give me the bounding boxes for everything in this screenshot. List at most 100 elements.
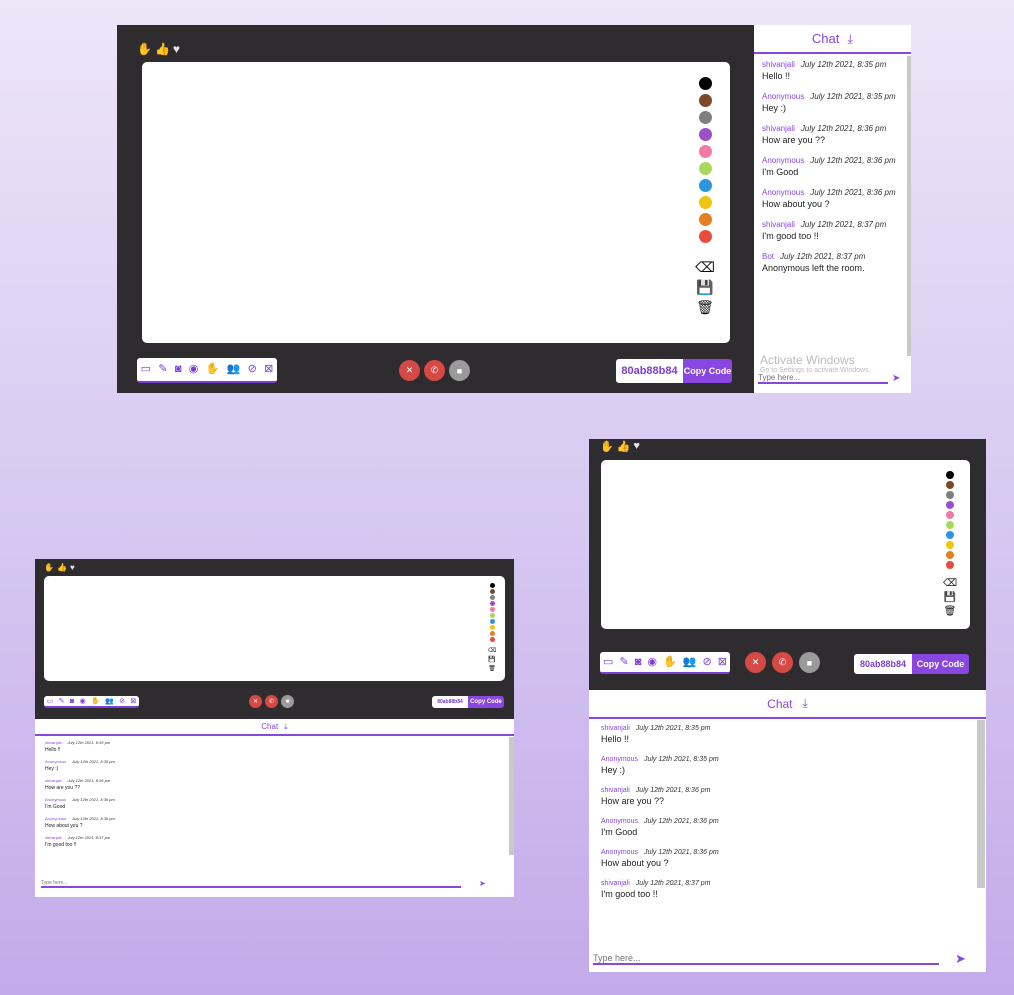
color-swatch[interactable] [946, 501, 954, 509]
color-swatch[interactable] [946, 531, 954, 539]
copy-code-button[interactable]: Copy Code [912, 654, 969, 674]
save-icon[interactable]: 💾 [944, 591, 956, 603]
color-swatch[interactable] [698, 196, 712, 209]
trash-icon[interactable]: 🗑 [944, 605, 957, 617]
chat-input[interactable] [758, 373, 888, 384]
chat-input[interactable] [41, 879, 461, 888]
chat-input[interactable] [593, 953, 939, 965]
color-swatch[interactable] [698, 94, 712, 107]
color-swatch[interactable] [946, 471, 954, 479]
eraser-icon[interactable]: ⌫ [695, 259, 715, 275]
color-swatch[interactable] [698, 145, 712, 158]
screen-share-icon[interactable]: ▭ [47, 698, 54, 705]
video-off-icon[interactable]: ⊠ [264, 364, 273, 375]
raise-hand-icon[interactable]: ✋ [44, 563, 54, 572]
color-swatch[interactable] [946, 521, 954, 529]
mic-muted-icon[interactable]: ✕ [249, 695, 262, 708]
video-icon[interactable]: ■ [799, 652, 820, 673]
record-icon[interactable]: ◉ [189, 364, 199, 375]
color-swatch[interactable] [489, 583, 495, 588]
screen-share-icon[interactable]: ▭ [603, 656, 613, 668]
color-swatch[interactable] [698, 77, 712, 90]
camera-icon[interactable]: ◙ [175, 364, 182, 375]
color-swatch[interactable] [489, 601, 495, 606]
thumbs-up-icon[interactable]: 👍 [155, 42, 170, 56]
hangup-icon[interactable]: ✆ [265, 695, 278, 708]
scrollbar[interactable] [907, 56, 911, 356]
camera-icon[interactable]: ◙ [635, 656, 642, 668]
send-icon[interactable]: ➤ [955, 951, 966, 967]
video-off-icon[interactable]: ⊠ [130, 698, 136, 705]
whiteboard[interactable] [601, 460, 970, 629]
hand-icon[interactable]: ✋ [206, 364, 220, 375]
heart-icon[interactable]: ♥ [173, 42, 180, 56]
color-swatch[interactable] [946, 481, 954, 489]
mic-off-icon[interactable]: ⊘ [703, 656, 712, 668]
color-swatch[interactable] [489, 625, 495, 630]
video-icon[interactable]: ■ [281, 695, 294, 708]
record-icon[interactable]: ◉ [79, 698, 85, 705]
screen-share-icon[interactable]: ▭ [141, 364, 151, 375]
color-swatch[interactable] [946, 511, 954, 519]
scrollbar[interactable] [509, 737, 514, 855]
send-icon[interactable]: ➤ [892, 373, 900, 384]
message-text: Hey :) [45, 766, 59, 772]
record-icon[interactable]: ◉ [647, 656, 657, 668]
mic-muted-icon[interactable]: ✕ [745, 652, 766, 673]
thumbs-up-icon[interactable]: 👍 [617, 440, 631, 453]
raise-hand-icon[interactable]: ✋ [137, 42, 152, 56]
mic-muted-icon[interactable]: ✕ [399, 360, 420, 381]
mic-off-icon[interactable]: ⊘ [248, 364, 257, 375]
heart-icon[interactable]: ♥ [70, 563, 75, 572]
color-swatch[interactable] [946, 551, 954, 559]
trash-icon[interactable]: 🗑 [696, 299, 714, 315]
color-swatch[interactable] [946, 541, 954, 549]
color-swatch[interactable] [698, 162, 712, 175]
whiteboard-icon[interactable]: ✎ [619, 656, 628, 668]
download-icon[interactable]: ⤓ [803, 696, 808, 711]
participants-icon[interactable]: 👥 [227, 364, 241, 375]
participants-icon[interactable]: 👥 [683, 656, 697, 668]
whiteboard-icon[interactable]: ✎ [158, 364, 167, 375]
video-off-icon[interactable]: ⊠ [718, 656, 727, 668]
copy-code-button[interactable]: Copy Code [468, 696, 504, 708]
hand-icon[interactable]: ✋ [91, 698, 100, 705]
save-icon[interactable]: 💾 [696, 279, 713, 295]
camera-icon[interactable]: ◙ [70, 698, 74, 705]
hand-icon[interactable]: ✋ [663, 656, 677, 668]
whiteboard[interactable] [142, 62, 730, 343]
send-icon[interactable]: ➤ [479, 879, 486, 888]
color-swatch[interactable] [946, 491, 954, 499]
color-swatch[interactable] [489, 619, 495, 624]
color-swatch[interactable] [698, 111, 712, 124]
eraser-icon[interactable]: ⌫ [488, 646, 496, 654]
mic-off-icon[interactable]: ⊘ [119, 698, 125, 705]
download-icon[interactable]: ⤓ [847, 31, 853, 47]
participants-icon[interactable]: 👥 [105, 698, 114, 705]
color-swatch[interactable] [489, 631, 495, 636]
color-swatch[interactable] [489, 589, 495, 594]
color-swatch[interactable] [698, 179, 712, 192]
color-swatch[interactable] [489, 637, 495, 642]
hangup-icon[interactable]: ✆ [772, 652, 793, 673]
color-swatch[interactable] [489, 613, 495, 618]
download-icon[interactable]: ⤓ [284, 722, 288, 732]
color-swatch[interactable] [489, 595, 495, 600]
color-swatch[interactable] [489, 607, 495, 612]
scrollbar[interactable] [977, 720, 985, 888]
hangup-icon[interactable]: ✆ [424, 360, 445, 381]
whiteboard[interactable] [44, 576, 505, 681]
eraser-icon[interactable]: ⌫ [943, 577, 957, 589]
raise-hand-icon[interactable]: ✋ [600, 440, 614, 453]
color-swatch[interactable] [946, 561, 954, 569]
trash-icon[interactable]: 🗑 [488, 664, 496, 672]
thumbs-up-icon[interactable]: 👍 [57, 563, 67, 572]
color-swatch[interactable] [698, 230, 712, 243]
color-swatch[interactable] [698, 213, 712, 226]
color-swatch[interactable] [698, 128, 712, 141]
video-icon[interactable]: ■ [449, 360, 470, 381]
copy-code-button[interactable]: Copy Code [683, 359, 732, 383]
heart-icon[interactable]: ♥ [633, 440, 640, 453]
save-icon[interactable]: 💾 [488, 655, 496, 663]
whiteboard-icon[interactable]: ✎ [59, 698, 65, 705]
